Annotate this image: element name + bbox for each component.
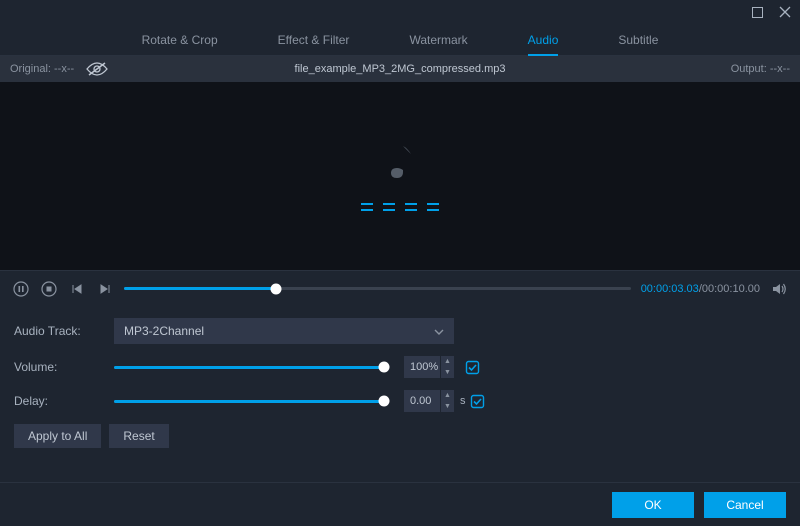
tab-effect-filter[interactable]: Effect & Filter bbox=[278, 25, 350, 55]
stop-button[interactable] bbox=[40, 280, 58, 298]
footer: OK Cancel bbox=[0, 482, 800, 526]
delay-value: 0.00 bbox=[410, 395, 431, 407]
volume-label: Volume: bbox=[14, 360, 114, 374]
volume-slider[interactable] bbox=[114, 358, 384, 376]
current-time: 00:00:03.03 bbox=[641, 283, 699, 295]
volume-up-icon[interactable]: ▲ bbox=[441, 356, 454, 367]
eye-off-icon[interactable] bbox=[86, 61, 108, 77]
filename-label: file_example_MP3_2MG_compressed.mp3 bbox=[0, 63, 800, 75]
maximize-icon[interactable] bbox=[750, 5, 764, 19]
apply-to-all-button[interactable]: Apply to All bbox=[14, 424, 101, 448]
music-note-icon bbox=[385, 142, 415, 187]
audio-track-select[interactable]: MP3-2Channel bbox=[114, 318, 454, 344]
volume-spinner[interactable]: 100% ▲ ▼ bbox=[404, 356, 454, 378]
audio-track-value: MP3-2Channel bbox=[124, 324, 204, 338]
volume-down-icon[interactable]: ▼ bbox=[441, 367, 454, 378]
preview-area bbox=[0, 82, 800, 270]
volume-reset-icon[interactable] bbox=[464, 359, 480, 375]
tab-subtitle[interactable]: Subtitle bbox=[618, 25, 658, 55]
volume-value: 100% bbox=[410, 361, 438, 373]
original-label: Original: --x-- bbox=[10, 63, 74, 75]
chevron-down-icon bbox=[434, 324, 444, 338]
pause-button[interactable] bbox=[12, 280, 30, 298]
delay-up-icon[interactable]: ▲ bbox=[441, 390, 454, 401]
delay-down-icon[interactable]: ▼ bbox=[441, 401, 454, 412]
prev-frame-button[interactable] bbox=[68, 280, 86, 298]
delay-unit: s bbox=[460, 395, 466, 407]
seek-slider[interactable] bbox=[124, 280, 631, 298]
close-icon[interactable] bbox=[778, 5, 792, 19]
output-label: Output: --x-- bbox=[731, 63, 800, 75]
settings-panel: Audio Track: MP3-2Channel Volume: 100% ▲… bbox=[0, 306, 800, 458]
tab-rotate-crop[interactable]: Rotate & Crop bbox=[142, 25, 218, 55]
delay-reset-icon[interactable] bbox=[470, 393, 486, 409]
cancel-button[interactable]: Cancel bbox=[704, 492, 786, 518]
volume-icon[interactable] bbox=[770, 280, 788, 298]
delay-label: Delay: bbox=[14, 394, 114, 408]
delay-slider[interactable] bbox=[114, 392, 384, 410]
infobar: Original: --x-- file_example_MP3_2MG_com… bbox=[0, 56, 800, 82]
duration: 00:00:10.00 bbox=[702, 283, 760, 295]
playback-controls: 00:00:03.03/00:00:10.00 bbox=[0, 270, 800, 306]
time-display: 00:00:03.03/00:00:10.00 bbox=[641, 283, 760, 295]
tab-audio[interactable]: Audio bbox=[528, 25, 559, 55]
next-frame-button[interactable] bbox=[96, 280, 114, 298]
audio-track-label: Audio Track: bbox=[14, 324, 114, 338]
ok-button[interactable]: OK bbox=[612, 492, 694, 518]
tabs: Rotate & Crop Effect & Filter Watermark … bbox=[0, 24, 800, 56]
titlebar bbox=[0, 0, 800, 24]
equalizer-icon bbox=[361, 203, 439, 211]
reset-button[interactable]: Reset bbox=[109, 424, 168, 448]
delay-spinner[interactable]: 0.00 ▲ ▼ bbox=[404, 390, 454, 412]
tab-watermark[interactable]: Watermark bbox=[409, 25, 467, 55]
